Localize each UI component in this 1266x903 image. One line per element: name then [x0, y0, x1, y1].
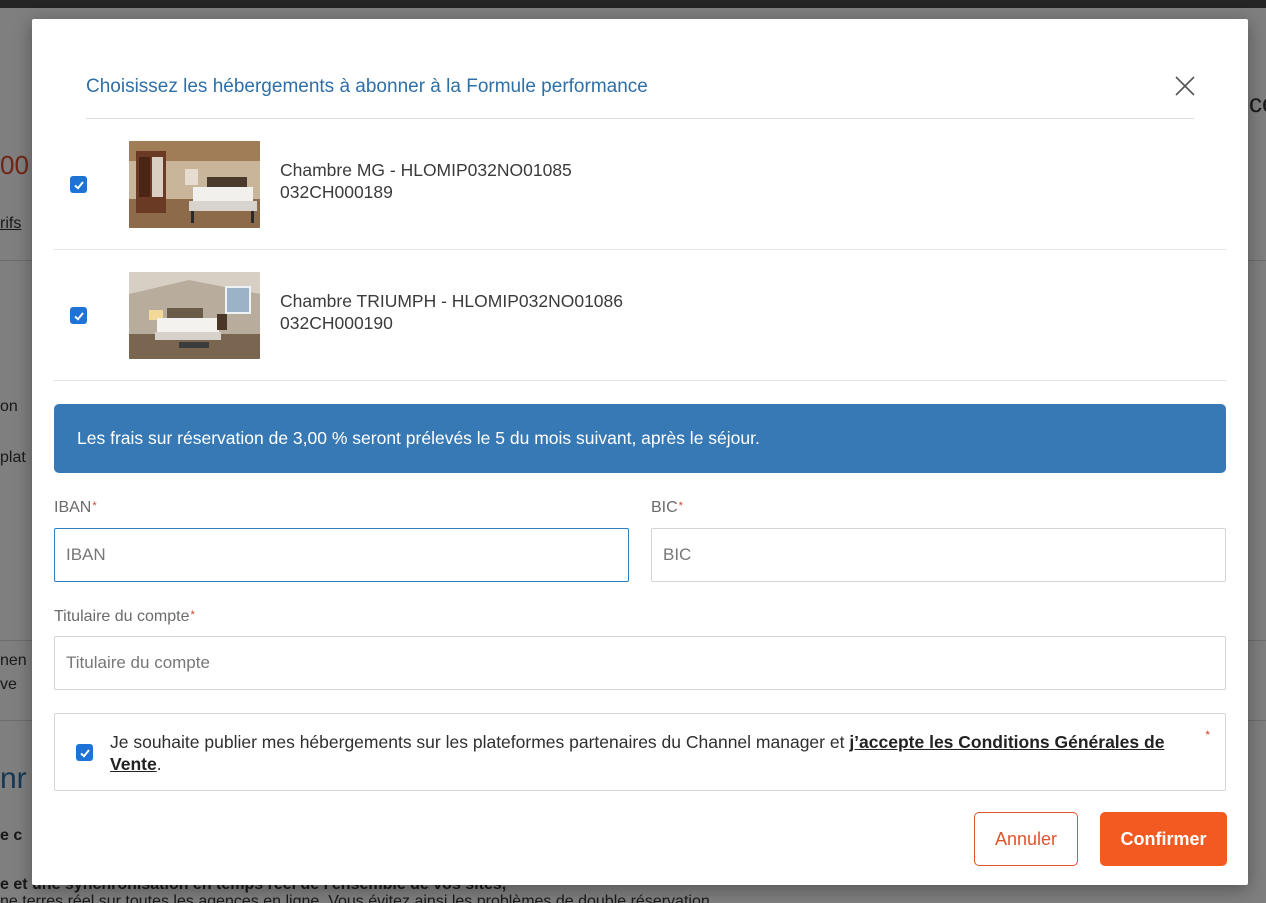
- modal-header: Choisissez les hébergements à abonner à …: [86, 71, 1195, 119]
- room-info: Chambre MG - HLOMIP032NO01085 032CH00018…: [280, 159, 572, 203]
- consent-box: Je souhaite publier mes hébergements sur…: [54, 713, 1226, 791]
- room-info: Chambre TRIUMPH - HLOMIP032NO01086 032CH…: [280, 290, 623, 334]
- cancel-button[interactable]: Annuler: [974, 812, 1078, 866]
- list-item: Chambre MG - HLOMIP032NO01085 032CH00018…: [54, 119, 1226, 250]
- room-name: Chambre TRIUMPH - HLOMIP032NO01086: [280, 291, 623, 311]
- consent-text-after: .: [156, 754, 162, 774]
- holder-label-text: Titulaire du compte: [54, 608, 190, 625]
- confirm-button[interactable]: Confirmer: [1100, 812, 1227, 866]
- account-holder-input[interactable]: [54, 636, 1226, 690]
- close-icon: [1175, 76, 1195, 96]
- room-checkbox[interactable]: [70, 307, 87, 324]
- list-item: Chambre TRIUMPH - HLOMIP032NO01086 032CH…: [54, 250, 1226, 381]
- bic-input[interactable]: [651, 528, 1226, 582]
- iban-input[interactable]: [54, 528, 629, 582]
- consent-text: Je souhaite publier mes hébergements sur…: [110, 731, 1170, 775]
- consent-checkbox[interactable]: [76, 744, 93, 761]
- consent-text-before: Je souhaite publier mes hébergements sur…: [110, 732, 850, 752]
- room-checkbox[interactable]: [70, 176, 87, 193]
- required-mark: *: [92, 500, 97, 512]
- checkmark-icon: [79, 748, 90, 758]
- room-name: Chambre MG - HLOMIP032NO01085: [280, 160, 572, 180]
- bedroom-photo-icon: [129, 272, 260, 359]
- bic-label-text: BIC: [651, 499, 678, 516]
- checkmark-icon: [73, 311, 84, 321]
- required-mark: *: [190, 609, 195, 621]
- close-button[interactable]: [1168, 69, 1202, 103]
- bic-label: BIC*: [651, 499, 683, 517]
- room-code: 032CH000189: [280, 182, 393, 202]
- required-mark: *: [678, 500, 683, 512]
- required-mark: *: [1205, 728, 1210, 742]
- room-thumbnail: [129, 141, 260, 228]
- room-thumbnail: [129, 272, 260, 359]
- fee-info-banner: Les frais sur réservation de 3,00 % sero…: [54, 404, 1226, 473]
- checkmark-icon: [73, 180, 84, 190]
- bedroom-photo-icon: [129, 141, 260, 228]
- iban-label-text: IBAN: [54, 499, 92, 516]
- iban-label: IBAN*: [54, 499, 97, 517]
- subscription-modal: Choisissez les hébergements à abonner à …: [32, 19, 1248, 885]
- holder-label: Titulaire du compte*: [54, 608, 195, 626]
- modal-title: Choisissez les hébergements à abonner à …: [86, 76, 648, 97]
- room-code: 032CH000190: [280, 313, 393, 333]
